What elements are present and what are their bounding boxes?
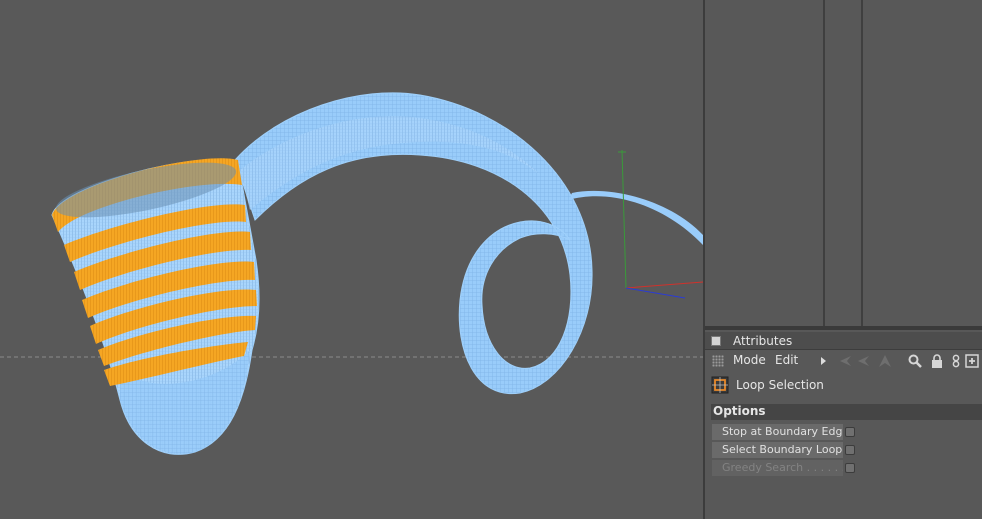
axis-x	[625, 281, 703, 289]
option-greedy-search: Greedy Search . . . . . .	[712, 460, 860, 476]
om-column-divider[interactable]	[823, 0, 825, 326]
grip-icon[interactable]	[712, 355, 724, 367]
menu-mode[interactable]: Mode	[733, 353, 766, 367]
search-icon[interactable]	[907, 353, 923, 369]
lock-icon[interactable]	[929, 353, 945, 369]
link-icon[interactable]	[948, 353, 964, 369]
menu-edit[interactable]: Edit	[775, 353, 798, 367]
panel-menu-icon[interactable]	[711, 336, 721, 346]
3d-viewport[interactable]	[0, 0, 703, 519]
option-label: Stop at Boundary Edges	[712, 424, 843, 440]
axis-y	[621, 149, 627, 289]
om-column-divider[interactable]	[861, 0, 863, 326]
greedy-search-checkbox[interactable]	[845, 463, 855, 473]
options-label: Options	[713, 404, 766, 418]
option-label: Greedy Search . . . . . .	[712, 460, 843, 476]
select-boundary-loop-checkbox[interactable]	[845, 445, 855, 455]
loop-selection-icon	[711, 376, 729, 394]
attributes-menu-bar: Mode Edit	[705, 351, 982, 371]
arrow-up-icon[interactable]	[877, 353, 893, 369]
option-stop-at-boundary-edges: Stop at Boundary Edges	[712, 424, 860, 440]
tool-name: Loop Selection	[736, 378, 824, 392]
active-tool-row: Loop Selection	[705, 372, 982, 398]
attributes-title: Attributes	[733, 334, 793, 348]
option-select-boundary-loop: Select Boundary Loop	[712, 442, 860, 458]
options-tab[interactable]: Options	[711, 404, 982, 420]
right-panel: Attributes Mode Edit Loop Selection Opti…	[703, 0, 982, 519]
stop-at-boundary-edges-checkbox[interactable]	[845, 427, 855, 437]
menu-expand-icon[interactable]	[821, 357, 826, 365]
panel-splitter[interactable]	[705, 326, 982, 330]
new-panel-icon[interactable]	[964, 353, 980, 369]
axis-z	[625, 287, 686, 299]
attributes-title-bar[interactable]: Attributes	[705, 332, 982, 350]
arrow-left-icon[interactable]	[855, 353, 871, 369]
option-label: Select Boundary Loop	[712, 442, 843, 458]
arrow-left-icon[interactable]	[837, 353, 853, 369]
mesh-spiral-tail	[568, 190, 703, 245]
object-manager[interactable]	[705, 0, 982, 330]
viewport-canvas[interactable]	[0, 0, 703, 519]
attributes-manager: Attributes Mode Edit Loop Selection Opti…	[705, 332, 982, 519]
